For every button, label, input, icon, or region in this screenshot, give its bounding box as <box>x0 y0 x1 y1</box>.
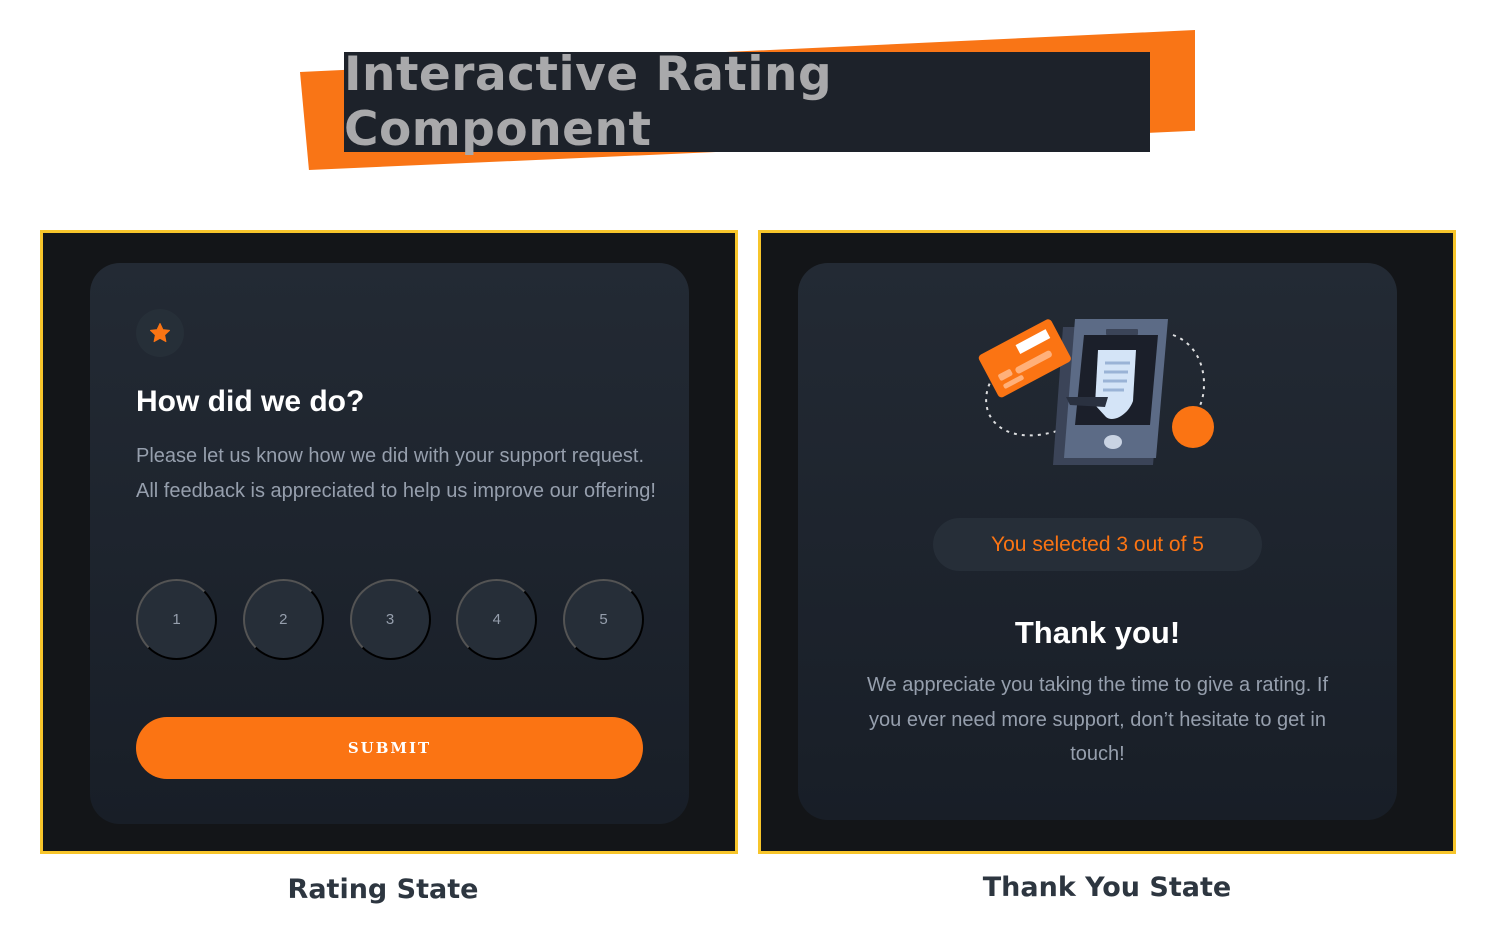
thank-you-state-frame: You selected 3 out of 5 Thank you! We ap… <box>758 230 1456 854</box>
rating-option-4[interactable]: 4 <box>456 579 538 660</box>
selected-rating-badge: You selected 3 out of 5 <box>933 518 1262 571</box>
rating-option-5[interactable]: 5 <box>563 579 644 660</box>
thank-you-description: We appreciate you taking the time to giv… <box>867 674 1328 765</box>
star-icon <box>150 323 170 343</box>
rating-options: 1 2 3 4 5 <box>136 579 644 660</box>
thank-you-title: Thank you! <box>1014 615 1181 650</box>
star-icon-badge <box>136 309 184 357</box>
caption-rating-state: Rating State <box>287 874 479 905</box>
rating-description: Please let us know how we did with your … <box>136 445 656 502</box>
rating-option-1[interactable]: 1 <box>136 579 217 660</box>
rating-title: How did we do? <box>136 385 365 418</box>
payment-phone-illustration <box>978 319 1214 465</box>
rating-option-3[interactable]: 3 <box>349 579 431 660</box>
thank-you-card: You selected 3 out of 5 Thank you! We ap… <box>798 263 1397 820</box>
rating-state-frame: How did we do? Please let us know how we… <box>40 230 738 854</box>
rating-card: How did we do? Please let us know how we… <box>90 263 689 824</box>
submit-button[interactable]: SUBMIT <box>136 717 643 779</box>
caption-thank-you-state: Thank You State <box>982 872 1232 903</box>
banner-title: Interactive Rating Component <box>344 47 833 157</box>
rating-option-2[interactable]: 2 <box>242 579 324 660</box>
banner: Interactive Rating Component <box>344 47 1150 157</box>
